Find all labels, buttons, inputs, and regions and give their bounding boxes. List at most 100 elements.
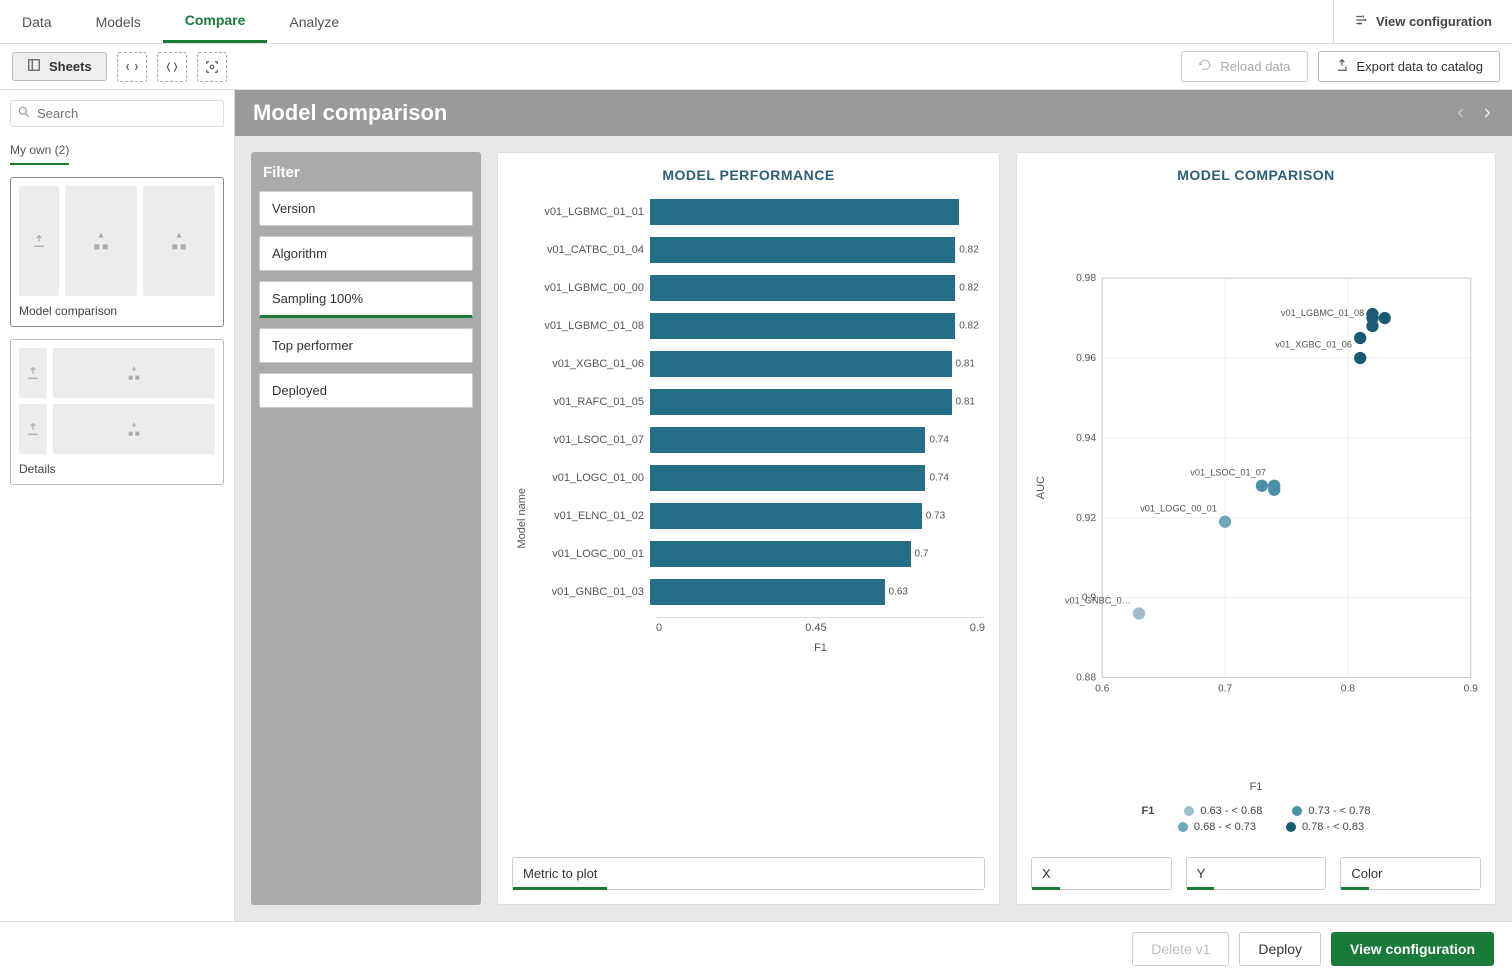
color-selector[interactable]: Color [1340, 857, 1481, 890]
metric-to-plot-selector[interactable]: Metric to plot [512, 857, 985, 890]
search-box[interactable] [10, 100, 224, 127]
bar-label: v01_LOGC_01_00 [532, 472, 650, 484]
scatter-point[interactable] [1354, 352, 1366, 364]
scatter-point[interactable] [1379, 312, 1391, 324]
next-sheet-icon[interactable] [1480, 100, 1494, 126]
svg-text:v01_XGBC_01_06: v01_XGBC_01_06 [1275, 340, 1352, 350]
bar-value: 0.82 [959, 283, 978, 294]
filter-title: Filter [263, 164, 469, 181]
scatter-point[interactable] [1256, 480, 1268, 492]
y-selector[interactable]: Y [1186, 857, 1327, 890]
bar-row[interactable]: v01_LGBMC_00_00 0.82 [532, 275, 985, 301]
sheets-button[interactable]: Sheets [12, 52, 107, 81]
bar-label: v01_RAFC_01_05 [532, 396, 650, 408]
content: Model comparison Filter VersionAlgorithm… [235, 90, 1512, 921]
x-selector[interactable]: X [1031, 857, 1172, 890]
svg-text:v01_LOGC_00_01: v01_LOGC_00_01 [1140, 503, 1217, 513]
thumb-placeholder [53, 348, 215, 398]
layout-icon-button-3[interactable] [197, 52, 227, 82]
model-performance-card: MODEL PERFORMANCE Model name v01_LGBMC_0… [497, 152, 1000, 905]
bar-value: 0.82 [959, 321, 978, 332]
scatter-point[interactable] [1219, 516, 1231, 528]
bar-row[interactable]: v01_LSOC_01_07 0.74 [532, 427, 985, 453]
toolbar: Sheets Reload data Export data to catalo… [0, 44, 1512, 90]
legend-item: 0.68 - < 0.73 [1178, 821, 1256, 833]
layout-icon-button-2[interactable] [157, 52, 187, 82]
filter-item[interactable]: Deployed [259, 373, 473, 408]
filter-item[interactable]: Sampling 100% [259, 281, 473, 318]
delete-button: Delete v1 [1132, 932, 1229, 966]
bar-row[interactable]: v01_LGBMC_01_08 0.82 [532, 313, 985, 339]
bar-value: 0.83 [960, 207, 979, 218]
svg-text:v01_GNBC_0…: v01_GNBC_0… [1065, 595, 1131, 605]
bar-row[interactable]: v01_GNBC_01_03 0.63 [532, 579, 985, 605]
bar-row[interactable]: v01_LOGC_01_00 0.74 [532, 465, 985, 491]
sheet-card-details[interactable]: Details [10, 339, 224, 485]
legend: F1 0.63 - < 0.68 0.73 - < 0.78 0.68 - < … [1031, 805, 1481, 837]
bar-label: v01_GNBC_01_03 [532, 586, 650, 598]
tab-data[interactable]: Data [0, 0, 74, 43]
filter-item[interactable]: Algorithm [259, 236, 473, 271]
bar-row[interactable]: v01_LOGC_00_01 0.7 [532, 541, 985, 567]
bar-row[interactable]: v01_XGBC_01_06 0.81 [532, 351, 985, 377]
top-tabs: Data Models Compare Analyze View configu… [0, 0, 1512, 44]
view-configuration-button[interactable]: View configuration [1331, 932, 1494, 966]
y-axis-label: Model name [512, 488, 532, 549]
thumb-placeholder [19, 404, 47, 454]
search-icon [17, 105, 31, 122]
legend-title: F1 [1142, 805, 1155, 817]
export-icon [1335, 58, 1349, 75]
scatter-point[interactable] [1133, 607, 1145, 619]
filter-panel: Filter Version Algorithm Sampling 100% Top … [251, 152, 481, 905]
svg-text:0.7: 0.7 [1218, 684, 1233, 695]
bar-row[interactable]: v01_CATBC_01_04 0.82 [532, 237, 985, 263]
bar-label: v01_LGBMC_01_08 [532, 320, 650, 332]
svg-text:v01_LGBMC_01_08: v01_LGBMC_01_08 [1281, 308, 1364, 318]
scatter-point[interactable] [1268, 484, 1280, 496]
sheets-tab-myown[interactable]: My own (2) [10, 137, 69, 165]
scatter-point[interactable] [1354, 332, 1366, 344]
bar-value: 0.81 [956, 397, 975, 408]
sidebar: My own (2) Model comparison Detai [0, 90, 235, 921]
bottom-bar: Delete v1 Deploy View configuration [0, 921, 1512, 975]
sheet-card-label: Details [19, 462, 215, 476]
bar-row[interactable]: v01_ELNC_01_02 0.73 [532, 503, 985, 529]
svg-text:0.96: 0.96 [1076, 353, 1096, 364]
tab-analyze[interactable]: Analyze [267, 0, 361, 43]
search-input[interactable] [37, 106, 217, 121]
tab-models[interactable]: Models [74, 0, 163, 43]
svg-text:0.8: 0.8 [1341, 684, 1356, 695]
svg-text:v01_LSOC_01_07: v01_LSOC_01_07 [1190, 468, 1266, 478]
bar-value: 0.7 [915, 549, 929, 560]
filter-item[interactable]: Top performer [259, 328, 473, 363]
tab-compare[interactable]: Compare [163, 0, 268, 43]
thumb-placeholder [19, 348, 47, 398]
layout-icon-button-1[interactable] [117, 52, 147, 82]
x-axis-label: F1 [1031, 781, 1481, 793]
main-area: My own (2) Model comparison Detai [0, 90, 1512, 921]
card-title: MODEL COMPARISON [1031, 167, 1481, 183]
svg-text:0.9: 0.9 [1464, 684, 1479, 695]
svg-text:0.98: 0.98 [1076, 273, 1096, 284]
export-data-button[interactable]: Export data to catalog [1318, 51, 1500, 82]
filter-item[interactable]: Version [259, 191, 473, 226]
prev-sheet-icon[interactable] [1454, 100, 1468, 126]
bar-value: 0.74 [929, 473, 948, 484]
sheet-card-model-comparison[interactable]: Model comparison [10, 177, 224, 327]
bar-value: 0.74 [929, 435, 948, 446]
thumb-placeholder [19, 186, 59, 296]
reload-data-button: Reload data [1181, 51, 1307, 82]
bar-label: v01_LGBMC_01_01 [532, 206, 650, 218]
model-comparison-card: MODEL COMPARISON AUC 0.60.70.80.90.880.9… [1016, 152, 1496, 905]
bar-label: v01_LGBMC_00_00 [532, 282, 650, 294]
scatter-point[interactable] [1366, 320, 1378, 332]
sheet-card-label: Model comparison [19, 304, 215, 318]
bar-label: v01_XGBC_01_06 [532, 358, 650, 370]
deploy-button[interactable]: Deploy [1239, 932, 1321, 966]
view-configuration-top[interactable]: View configuration [1333, 0, 1512, 43]
bar-label: v01_LSOC_01_07 [532, 434, 650, 446]
bar-row[interactable]: v01_LGBMC_01_01 0.83 [532, 199, 985, 225]
y-axis-label: AUC [1031, 476, 1051, 499]
svg-text:0.92: 0.92 [1076, 513, 1096, 524]
bar-row[interactable]: v01_RAFC_01_05 0.81 [532, 389, 985, 415]
